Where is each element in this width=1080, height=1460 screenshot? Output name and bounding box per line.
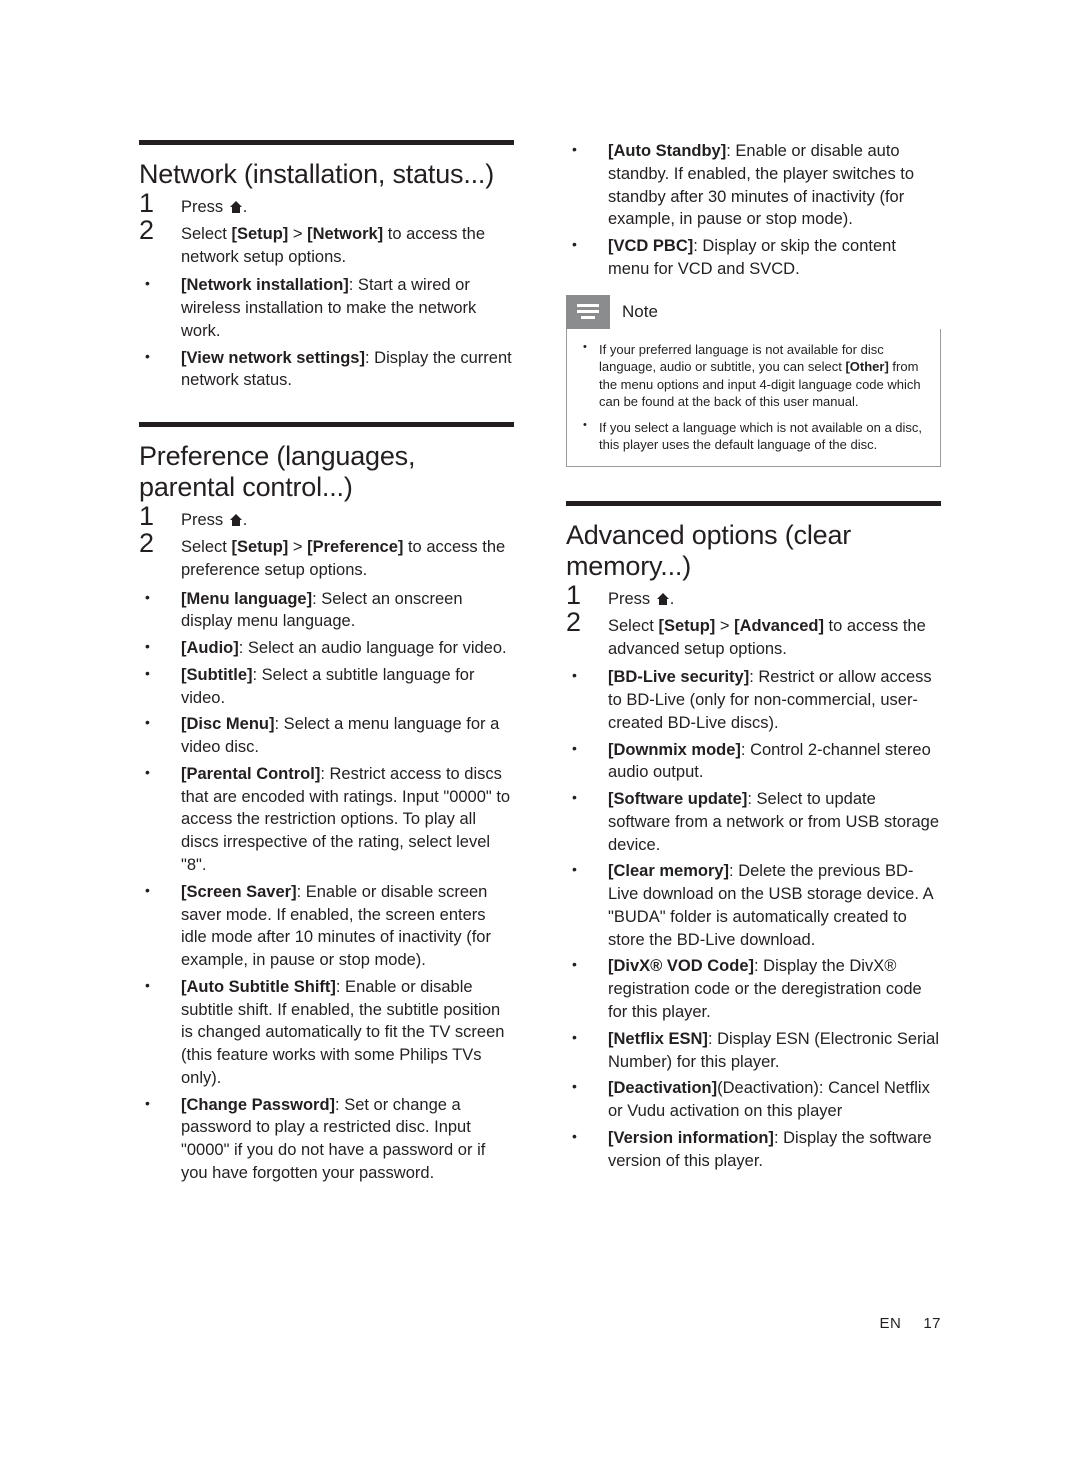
list-item: [Deactivation](Deactivation): Cancel Net… bbox=[566, 1077, 941, 1123]
home-icon bbox=[656, 592, 670, 605]
term: [Parental Control] bbox=[181, 764, 321, 783]
list-item: [Menu language]: Select an onscreen disp… bbox=[139, 588, 514, 634]
home-icon bbox=[229, 201, 243, 214]
footer-page-number: 17 bbox=[923, 1315, 941, 1332]
step-text: Press . bbox=[181, 511, 248, 530]
term: [Auto Subtitle Shift] bbox=[181, 977, 336, 996]
note-item-pre: If your preferred language is not availa… bbox=[599, 341, 884, 375]
section-advanced: Advanced options (clear memory...) 1 Pre… bbox=[566, 500, 941, 1172]
page-title-advanced: Advanced options (clear memory...) bbox=[566, 500, 941, 582]
steps-network: 1 Press . 2 Select [Setup] > [Network] t… bbox=[139, 190, 514, 269]
step-item: 1 Press . bbox=[139, 503, 514, 532]
term: [Subtitle] bbox=[181, 665, 253, 684]
list-item: [Auto Standby]: Enable or disable auto s… bbox=[566, 140, 941, 231]
term: [Downmix mode] bbox=[608, 740, 741, 759]
step-item: 2 Select [Setup] > [Preference] to acces… bbox=[139, 530, 514, 582]
note-box: Note If your preferred language is not a… bbox=[566, 294, 941, 467]
manual-page: Network (installation, status...) 1 Pres… bbox=[0, 0, 1080, 1460]
term: [Menu language] bbox=[181, 589, 313, 608]
note-header: Note bbox=[566, 294, 941, 329]
step-item: 1 Press . bbox=[566, 581, 941, 611]
list-item: [Change Password]: Set or change a passw… bbox=[139, 1094, 514, 1185]
list-item: [Version information]: Display the softw… bbox=[566, 1127, 941, 1173]
list-item: [Screen Saver]: Enable or disable screen… bbox=[139, 881, 514, 972]
list-item: [Parental Control]: Restrict access to d… bbox=[139, 763, 514, 877]
list-item: [VCD PBC]: Display or skip the content m… bbox=[566, 235, 941, 281]
term: [DivX® VOD Code] bbox=[608, 957, 755, 976]
term: [Version information] bbox=[608, 1128, 774, 1147]
list-item: [Clear memory]: Delete the previous BD-L… bbox=[566, 860, 941, 951]
step-number: 2 bbox=[139, 214, 155, 245]
list-item: [Subtitle]: Select a subtitle language f… bbox=[139, 664, 514, 710]
step-text: Select [Setup] > [Preference] to access … bbox=[181, 538, 506, 579]
bullets-advanced: [BD-Live security]: Restrict or allow ac… bbox=[566, 666, 941, 1172]
page-title-preference: Preference (languages, parental control.… bbox=[139, 422, 514, 503]
step-text: Press . bbox=[608, 589, 675, 608]
step-number: 2 bbox=[566, 606, 582, 637]
page-title-network: Network (installation, status...) bbox=[139, 140, 514, 190]
list-item: [Network installation]: Start a wired or… bbox=[139, 274, 514, 342]
left-column: Network (installation, status...) 1 Pres… bbox=[139, 140, 514, 1207]
step-item: 2 Select [Setup] > [Advanced] to access … bbox=[566, 608, 941, 661]
section-network: Network (installation, status...) 1 Pres… bbox=[139, 140, 514, 392]
term: [VCD PBC] bbox=[608, 237, 694, 256]
note-title: Note bbox=[622, 301, 658, 321]
note-list: If your preferred language is not availa… bbox=[577, 340, 926, 454]
bullets-network: [Network installation]: Start a wired or… bbox=[139, 274, 514, 392]
note-icon-bar bbox=[581, 316, 595, 320]
list-item: [Auto Subtitle Shift]: Enable or disable… bbox=[139, 976, 514, 1090]
term: [Software update] bbox=[608, 790, 748, 809]
home-icon bbox=[229, 514, 243, 527]
term: [Screen Saver] bbox=[181, 882, 297, 901]
note-item: If your preferred language is not availa… bbox=[577, 340, 926, 411]
step-item: 1 Press . bbox=[139, 190, 514, 219]
step-number: 1 bbox=[566, 579, 582, 610]
list-item: [View network settings]: Display the cur… bbox=[139, 347, 514, 393]
note-item-pre: If you select a language which is not av… bbox=[599, 419, 923, 453]
term: [View network settings] bbox=[181, 348, 365, 367]
note-body: If your preferred language is not availa… bbox=[566, 328, 941, 467]
list-item: [BD-Live security]: Restrict or allow ac… bbox=[566, 666, 941, 734]
step-item: 2 Select [Setup] > [Network] to access t… bbox=[139, 216, 514, 269]
section-preference: Preference (languages, parental control.… bbox=[139, 422, 514, 1185]
list-item: [DivX® VOD Code]: Display the DivX® regi… bbox=[566, 955, 941, 1023]
note-item: If you select a language which is not av… bbox=[577, 418, 926, 454]
definition: : Select an audio language for video. bbox=[238, 639, 507, 658]
bullets-general-setup-continued: [Auto Standby]: Enable or disable auto s… bbox=[566, 140, 941, 281]
term: [Network installation] bbox=[181, 276, 349, 295]
term: [BD-Live security] bbox=[608, 668, 750, 687]
note-icon-bar bbox=[577, 304, 599, 308]
note-icon-bar bbox=[577, 310, 599, 314]
step-number: 2 bbox=[139, 528, 155, 559]
bullets-preference: [Menu language]: Select an onscreen disp… bbox=[139, 588, 514, 1185]
term: [Deactivation] bbox=[608, 1079, 718, 1098]
page-footer: EN 17 bbox=[879, 1315, 941, 1332]
term: [Change Password] bbox=[181, 1095, 336, 1114]
list-item: [Software update]: Select to update soft… bbox=[566, 788, 941, 856]
term: [Clear memory] bbox=[608, 862, 730, 881]
step-text: Select [Setup] > [Advanced] to access th… bbox=[608, 616, 926, 658]
term: [Auto Standby] bbox=[608, 142, 727, 160]
term: [Netflix ESN] bbox=[608, 1029, 708, 1048]
footer-language: EN bbox=[879, 1315, 902, 1332]
step-text: Press . bbox=[181, 198, 248, 217]
list-item: [Disc Menu]: Select a menu language for … bbox=[139, 713, 514, 759]
steps-advanced: 1 Press . 2 Select [Setup] > [Advanced] … bbox=[566, 581, 941, 661]
step-text: Select [Setup] > [Network] to access the… bbox=[181, 224, 485, 266]
list-item: [Audio]: Select an audio language for vi… bbox=[139, 637, 514, 660]
right-column: [Auto Standby]: Enable or disable auto s… bbox=[566, 140, 941, 1194]
list-item: [Netflix ESN]: Display ESN (Electronic S… bbox=[566, 1028, 941, 1074]
term: [Audio] bbox=[181, 639, 239, 658]
note-item-term: [Other] bbox=[845, 359, 889, 375]
step-number: 1 bbox=[139, 188, 155, 219]
step-number: 1 bbox=[139, 501, 155, 532]
steps-preference: 1 Press . 2 Select [Setup] > [Preference… bbox=[139, 503, 514, 582]
list-item: [Downmix mode]: Control 2-channel stereo… bbox=[566, 739, 941, 785]
term: [Disc Menu] bbox=[181, 715, 275, 734]
note-icon bbox=[566, 294, 610, 329]
